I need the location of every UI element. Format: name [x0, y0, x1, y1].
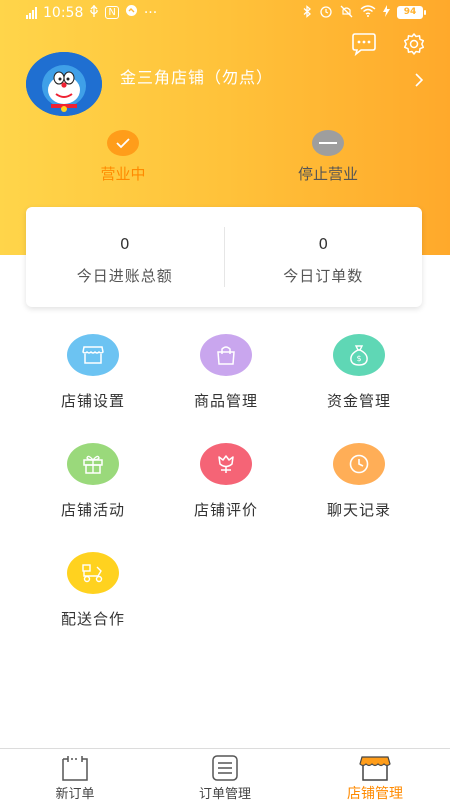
- orders-stat: 0 今日订单数: [223, 227, 423, 287]
- svg-text:$: $: [356, 354, 361, 363]
- tab-new-orders[interactable]: 新订单: [0, 749, 150, 800]
- usb-icon: [89, 4, 99, 21]
- menu-item-chat-history[interactable]: 聊天记录: [292, 443, 426, 520]
- signal-icon: [26, 6, 37, 19]
- shop-name[interactable]: 金三角店铺（勿点）: [120, 64, 273, 88]
- shop-icon: [67, 334, 119, 376]
- message-icon[interactable]: [350, 32, 378, 57]
- tab-label: 店铺管理: [347, 786, 403, 800]
- notification-icon: N: [105, 6, 119, 19]
- settings-gear-icon[interactable]: [400, 32, 428, 56]
- order-list-icon: [150, 755, 300, 781]
- chevron-right-icon[interactable]: [412, 72, 426, 88]
- alarm-icon: [319, 4, 333, 21]
- status-time: 10:58: [43, 4, 84, 21]
- tab-label: 新订单: [55, 787, 95, 800]
- new-order-icon: [0, 755, 150, 781]
- income-label: 今日进账总额: [76, 267, 173, 285]
- income-value: 0: [119, 235, 130, 253]
- menu-label: 商品管理: [193, 392, 258, 410]
- battery-icon: 94: [397, 6, 426, 19]
- income-stat: 0 今日进账总额: [26, 207, 224, 307]
- status-open-button[interactable]: 营业中: [68, 130, 178, 184]
- menu-item-shop-activities[interactable]: 店铺活动: [26, 443, 160, 520]
- menu-item-shop-reviews[interactable]: 店铺评价: [159, 443, 293, 520]
- scooter-icon: [67, 552, 119, 594]
- charging-icon: [383, 5, 390, 20]
- tab-store-management[interactable]: 店铺管理: [300, 749, 450, 800]
- menu-item-delivery-partnership[interactable]: 配送合作: [26, 552, 160, 629]
- check-icon: [107, 130, 139, 156]
- status-more: ···: [143, 4, 158, 21]
- status-stop-button[interactable]: 停止营业: [273, 130, 383, 184]
- menu-label: 配送合作: [60, 610, 125, 628]
- minus-icon: [312, 130, 344, 156]
- menu-label: 店铺评价: [193, 501, 258, 519]
- menu-label: 资金管理: [326, 392, 391, 410]
- clock-icon: [333, 443, 385, 485]
- app-notification-icon: [125, 4, 138, 21]
- battery-level: 94: [397, 6, 423, 19]
- bluetooth-icon: [303, 4, 312, 21]
- bag-icon: [200, 334, 252, 376]
- menu-item-product-management[interactable]: 商品管理: [159, 334, 293, 411]
- mute-icon: [340, 5, 353, 21]
- menu-item-shop-settings[interactable]: 店铺设置: [26, 334, 160, 411]
- menu-label: 聊天记录: [326, 501, 391, 519]
- orders-label: 今日订单数: [283, 267, 364, 285]
- shop-avatar[interactable]: [26, 52, 102, 116]
- wifi-icon: [360, 5, 376, 20]
- store-icon: [300, 755, 450, 781]
- tulip-icon: [200, 443, 252, 485]
- orders-value: 0: [318, 235, 329, 253]
- gift-icon: [67, 443, 119, 485]
- menu-label: 店铺设置: [60, 392, 125, 410]
- tab-order-management[interactable]: 订单管理: [150, 749, 300, 800]
- tab-label: 订单管理: [198, 787, 251, 800]
- bottom-tab-bar: 新订单 订单管理 店铺管理: [0, 748, 450, 800]
- status-bar: 10:58 N ··· 94: [0, 0, 450, 26]
- menu-label: 店铺活动: [60, 501, 125, 519]
- money-bag-icon: $: [333, 334, 385, 376]
- menu-item-funds-management[interactable]: $ 资金管理: [292, 334, 426, 411]
- status-open-label: 营业中: [100, 165, 146, 183]
- status-stop-label: 停止营业: [297, 165, 358, 183]
- stats-card: 0 今日进账总额 0 今日订单数: [26, 207, 422, 307]
